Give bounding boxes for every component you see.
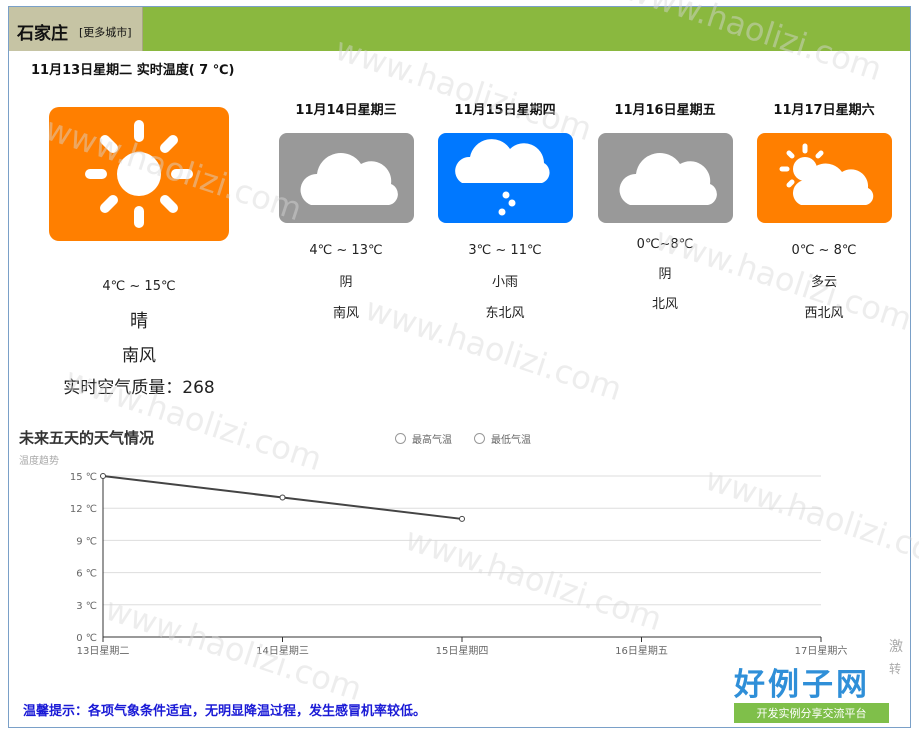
city-name: 石家庄 <box>17 24 68 44</box>
forecast-date: 11月14日星期三 <box>295 103 397 118</box>
light-rain-icon <box>437 133 573 223</box>
tip-text: 温馨提示：各项气象条件适宜，无明显降温过程，发生感冒机率较低。 <box>23 704 427 719</box>
y-tick-label: 0 ℃ <box>76 633 97 644</box>
x-tick-label: 15日星期四 <box>436 645 489 657</box>
forecast-condition: 多云 <box>810 275 837 290</box>
forecast-day: 11月14日星期三 4℃ ~ 13℃ 阴 南风 <box>271 99 421 321</box>
today-air-quality: 实时空气质量：268 <box>63 378 215 398</box>
forecast-wind: 南风 <box>332 306 359 321</box>
partly-cloudy-icon <box>756 133 892 223</box>
today-condition: 晴 <box>130 311 148 332</box>
y-tick-label: 9 ℃ <box>76 536 97 547</box>
forecast-condition: 小雨 <box>491 275 518 290</box>
forecast-temp: 0℃~8℃ <box>636 237 694 252</box>
forecast-date: 11月15日星期四 <box>454 103 556 118</box>
top-bar: 石家庄 [更多城市] <box>9 7 910 51</box>
forecast-temp: 3℃ ~ 11℃ <box>468 243 542 258</box>
x-tick-label: 16日星期五 <box>615 645 668 657</box>
forecast-wind: 东北风 <box>485 306 525 321</box>
cloudy-icon <box>278 133 414 223</box>
sunny-icon <box>49 107 229 241</box>
x-tick-label: 17日星期六 <box>795 645 848 657</box>
site-logo: 好例子网 开发实例分享交流平台 <box>734 667 889 723</box>
forecast-wind: 西北风 <box>804 306 844 321</box>
legend-item-low[interactable]: 最低气温 <box>474 431 531 446</box>
data-point <box>279 494 286 501</box>
weather-panel: 石家庄 [更多城市] 11月13日星期二 实时温度( 7 ℃) 4℃ ~ 15℃… <box>8 6 911 728</box>
temperature-chart: 0 ℃ 3 ℃ 6 ℃ 9 ℃ 12 ℃ 15 ℃ 13日星期二 14日星期三 15日星期四 16… <box>70 472 848 657</box>
x-tick-label: 14日星期三 <box>256 645 309 657</box>
forecast-date: 11月16日星期五 <box>614 103 716 118</box>
y-tick-label: 6 ℃ <box>76 569 97 580</box>
forecast-day: 11月17日星期六 0℃ ~ 8℃ 多云 西北风 <box>749 99 899 321</box>
today-header: 11月13日星期二 实时温度( 7 ℃) <box>31 63 235 78</box>
today-wind: 南风 <box>122 346 156 366</box>
forecast-date: 11月17日星期六 <box>773 103 875 118</box>
legend-marker <box>474 433 485 444</box>
forecast-condition: 阴 <box>658 267 672 282</box>
data-point <box>459 515 465 522</box>
cloudy-icon <box>597 133 733 223</box>
logo-main: 好例子网 <box>734 667 870 703</box>
legend-label: 最高气温 <box>412 435 452 446</box>
y-tick-label: 15 ℃ <box>70 472 97 483</box>
logo-sub: 开发实例分享交流平台 <box>734 703 889 723</box>
x-tick-label: 13日星期二 <box>77 645 130 657</box>
more-cities-link[interactable]: [更多城市] <box>79 24 132 40</box>
forecast-wind: 北风 <box>651 297 678 312</box>
forecast-temp: 4℃ ~ 13℃ <box>309 243 383 258</box>
legend-marker <box>395 433 406 444</box>
forecast-temp: 0℃ ~ 8℃ <box>791 243 857 258</box>
y-tick-label: 3 ℃ <box>76 601 97 612</box>
data-point <box>100 473 106 479</box>
y-tick-label: 12 ℃ <box>70 504 97 515</box>
today-temp-range: 4℃ ~ 15℃ <box>102 279 176 294</box>
legend-item-high[interactable]: 最高气温 <box>395 431 452 446</box>
cut-text: 转 <box>889 662 902 676</box>
forecast-condition: 阴 <box>339 275 353 290</box>
city-box: 石家庄 [更多城市] <box>9 7 143 51</box>
forecast-day: 11月16日星期五 0℃~8℃ 阴 北风 <box>590 99 740 312</box>
cut-text: 激 <box>889 639 903 655</box>
chart-title: 未来五天的天气情况 <box>19 429 155 447</box>
legend-label: 最低气温 <box>491 435 531 446</box>
forecast-day: 11月15日星期四 3℃ ~ 11℃ 小雨 东北风 <box>430 99 580 321</box>
